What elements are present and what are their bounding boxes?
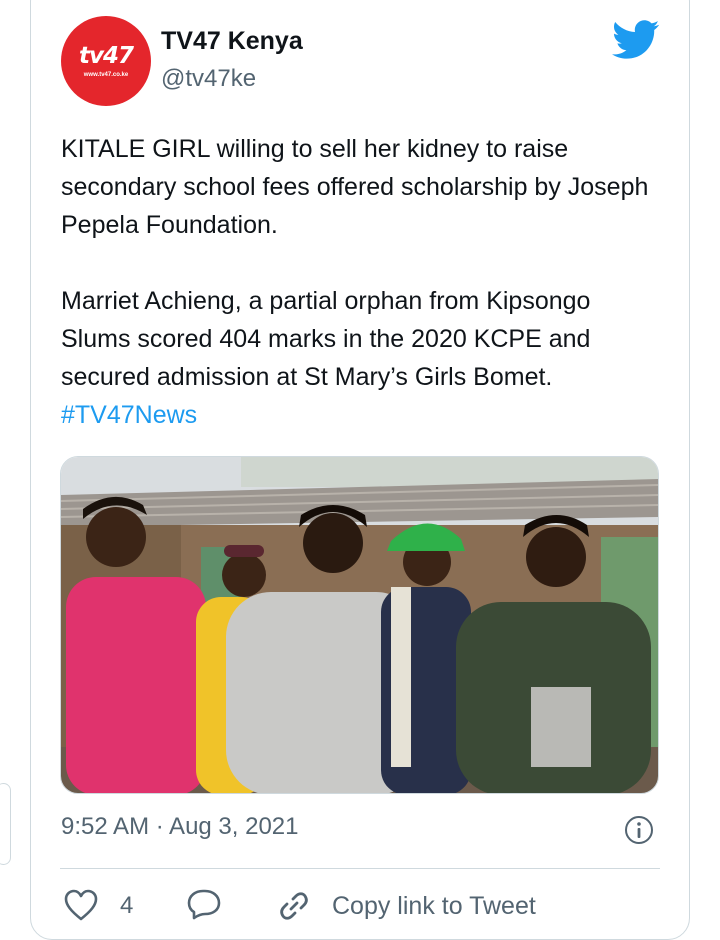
side-edge-decoration	[0, 783, 11, 865]
link-icon[interactable]	[276, 888, 312, 924]
tweet-photo[interactable]	[60, 456, 659, 794]
tweet-paragraph-1: KITALE GIRL willing to sell her kidney t…	[61, 135, 649, 239]
author-handle[interactable]: @tv47ke	[161, 65, 256, 93]
reply-icon[interactable]	[186, 888, 222, 922]
like-count[interactable]: 4	[120, 892, 133, 920]
tweet-text: KITALE GIRL willing to sell her kidney t…	[61, 130, 661, 434]
divider	[60, 868, 660, 869]
avatar-logo-url: www.tv47.co.ke	[83, 71, 129, 78]
hashtag-link[interactable]: #TV47News	[61, 396, 661, 434]
info-icon[interactable]	[624, 815, 654, 845]
author-name[interactable]: TV47 Kenya	[161, 27, 303, 56]
copy-link-button[interactable]: Copy link to Tweet	[332, 892, 536, 921]
tweet-actions-bar: 4 Copy link to Tweet	[0, 880, 720, 927]
avatar[interactable]: tv47 www.tv47.co.ke	[61, 16, 151, 106]
avatar-logo-text: tv47	[79, 42, 134, 69]
tweet-paragraph-2: Marriet Achieng, a partial orphan from K…	[61, 287, 591, 391]
twitter-bird-icon[interactable]	[612, 20, 660, 60]
tweet-timestamp[interactable]: 9:52 AM · Aug 3, 2021	[61, 813, 299, 841]
heart-icon[interactable]	[63, 888, 99, 922]
